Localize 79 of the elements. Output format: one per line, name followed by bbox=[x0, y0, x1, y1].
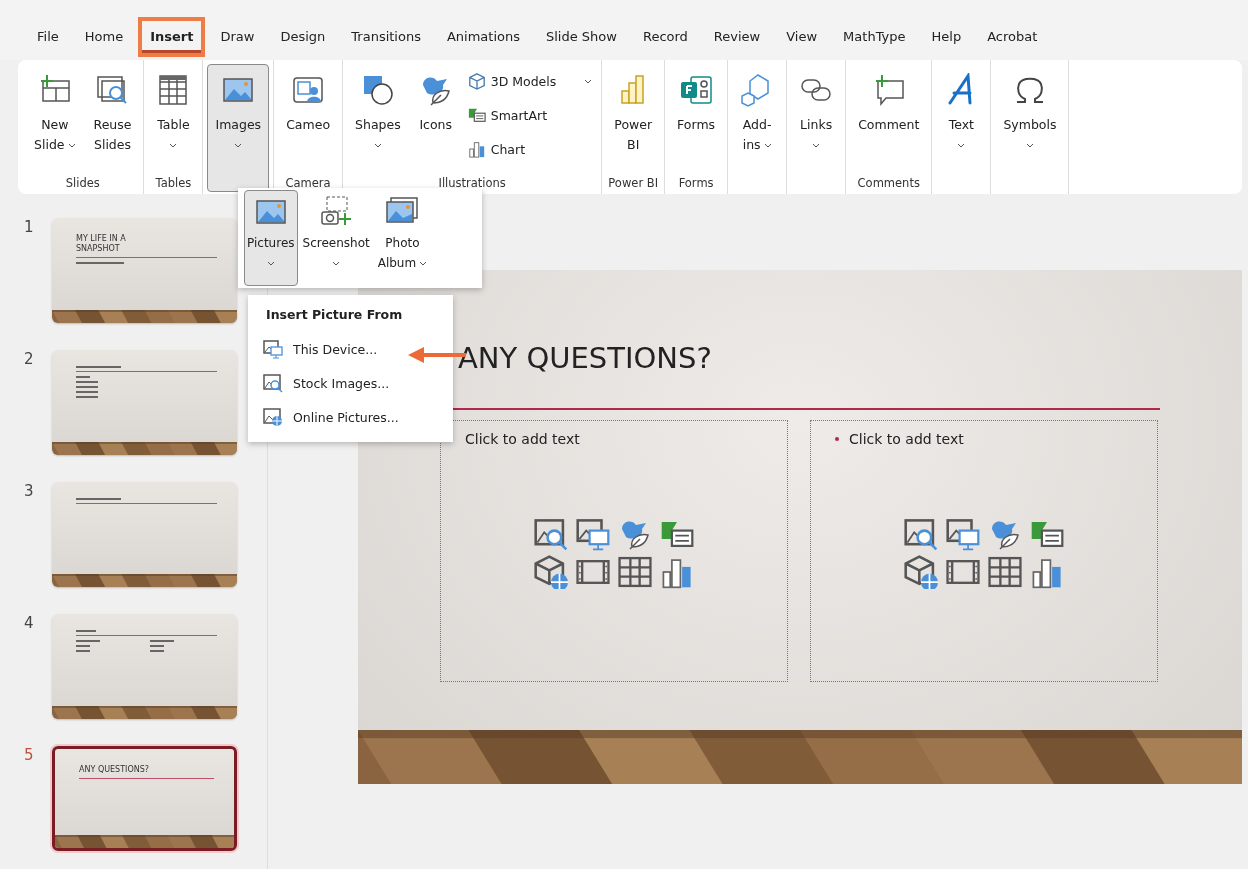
menu-header: Insert Picture From bbox=[265, 306, 404, 324]
ribbon-tab[interactable]: Record bbox=[631, 22, 699, 52]
slide-thumbnail[interactable] bbox=[52, 614, 237, 719]
group-label: Forms bbox=[678, 176, 714, 190]
slide-title: ANY QUESTIONS? bbox=[458, 340, 712, 377]
ribbon-tab[interactable]: MathType bbox=[832, 22, 917, 52]
blurred-text-drawing bbox=[76, 376, 98, 398]
ribbon-button[interactable]: Power BI bbox=[606, 64, 661, 164]
placeholder-prompt: Click to add text bbox=[849, 431, 964, 447]
ribbon-button[interactable]: Links bbox=[791, 64, 842, 164]
picture-monitor-icon bbox=[576, 517, 610, 551]
ribbon-button[interactable]: Icons bbox=[410, 64, 461, 164]
ribbon-button[interactable]: Chart bbox=[462, 134, 598, 164]
bar-chart-icon bbox=[467, 140, 486, 158]
gallery-button[interactable]: Pictures bbox=[244, 190, 298, 286]
menu-item[interactable]: This Device... bbox=[248, 332, 453, 366]
ribbon-tab[interactable]: View bbox=[775, 22, 829, 52]
blurred-text-drawing bbox=[150, 640, 174, 652]
ribbon-tab[interactable]: Design bbox=[269, 22, 337, 52]
cube-globe-icon bbox=[904, 555, 938, 589]
ribbon-button[interactable]: Cameo bbox=[278, 64, 339, 164]
slide-thumbnail[interactable] bbox=[52, 350, 237, 455]
slide-thumbnail[interactable]: ANY QUESTIONS? bbox=[52, 746, 237, 851]
picture-monitor-icon bbox=[946, 517, 980, 551]
ribbon-tab[interactable]: Home bbox=[73, 22, 135, 52]
ribbon-tab[interactable]: Acrobat bbox=[976, 22, 1049, 52]
picture-search-icon bbox=[263, 373, 283, 393]
ribbon-button[interactable]: Reuse Slides bbox=[85, 64, 140, 164]
slide-number: 5 bbox=[23, 746, 35, 766]
content-placeholder[interactable]: Click to add text bbox=[440, 420, 788, 682]
ribbon-button[interactable]: Comment bbox=[850, 64, 928, 164]
gallery-button[interactable]: Screenshot bbox=[299, 190, 373, 286]
cube-icon bbox=[467, 72, 486, 90]
picture-search-icon bbox=[534, 517, 568, 551]
ribbon-tab[interactable]: Review bbox=[702, 22, 772, 52]
group-label: Power BI bbox=[608, 176, 659, 190]
ribbon-tab[interactable]: Insert bbox=[138, 17, 206, 57]
ribbon-button[interactable]: New Slide bbox=[26, 64, 84, 164]
ribbon-button[interactable]: Shapes bbox=[347, 64, 409, 164]
picture-search-icon bbox=[904, 517, 938, 551]
slide-thumbnail[interactable]: MY LIFE IN A SNAPSHOT bbox=[52, 218, 237, 323]
cube-globe-icon bbox=[534, 555, 568, 589]
group-label: Slides bbox=[65, 176, 100, 190]
slide-thumbnail[interactable] bbox=[52, 482, 237, 587]
ribbon-tab[interactable]: Animations bbox=[435, 22, 531, 52]
content-placeholder[interactable]: Click to add text bbox=[810, 420, 1158, 682]
ribbon-button[interactable]: Symbols bbox=[995, 64, 1065, 164]
slide-number: 3 bbox=[23, 482, 35, 502]
ribbon-button[interactable]: Add- ins bbox=[732, 64, 783, 164]
ribbon-tab[interactable]: File bbox=[26, 22, 70, 52]
menu-item[interactable]: Stock Images... bbox=[248, 366, 453, 400]
ribbon-button[interactable]: Images bbox=[207, 64, 270, 192]
picture-monitor-icon bbox=[263, 339, 283, 359]
blurred-text-drawing bbox=[76, 640, 100, 652]
group-label: Illustrations bbox=[438, 176, 506, 190]
forms-icon bbox=[679, 73, 714, 107]
ribbon-button[interactable]: SmartArt bbox=[462, 100, 598, 130]
ribbon-tab[interactable]: Help bbox=[920, 22, 973, 52]
ribbon-tab[interactable]: Transitions bbox=[340, 22, 432, 52]
slide-number: 4 bbox=[23, 614, 35, 634]
placeholder-prompt: Click to add text bbox=[465, 431, 580, 447]
smartart-icon bbox=[467, 106, 486, 124]
table-icon bbox=[988, 555, 1022, 589]
ribbon-tab[interactable]: Draw bbox=[209, 22, 266, 52]
group-label: Comments bbox=[857, 176, 920, 190]
group-label: Camera bbox=[285, 176, 331, 190]
ribbon-tab[interactable]: Slide Show bbox=[535, 22, 628, 52]
table-icon bbox=[618, 555, 652, 589]
slide-number: 2 bbox=[23, 350, 35, 370]
group-label: Tables bbox=[155, 176, 192, 190]
slide-number: 1 bbox=[23, 218, 35, 238]
picture-globe-icon bbox=[263, 407, 283, 427]
ribbon-button[interactable]: Forms bbox=[669, 64, 724, 164]
ribbon-button[interactable]: Text bbox=[936, 64, 987, 164]
ribbon-button[interactable]: Table bbox=[148, 64, 199, 164]
thumbnail-title: ANY QUESTIONS? bbox=[79, 765, 151, 775]
gallery-button[interactable]: Photo Album bbox=[374, 190, 431, 286]
ribbon-button[interactable]: 3D Models bbox=[462, 66, 598, 96]
thumbnail-title: MY LIFE IN A SNAPSHOT bbox=[76, 234, 127, 254]
